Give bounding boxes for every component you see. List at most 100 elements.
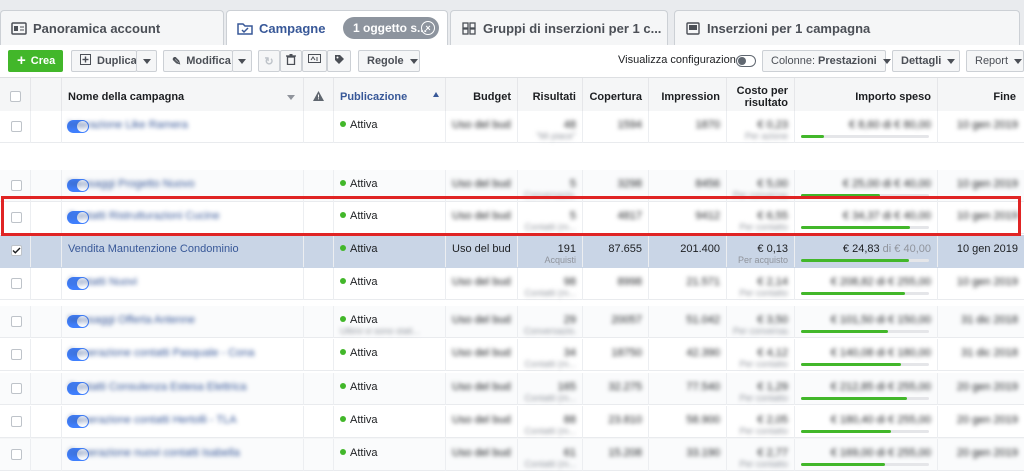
- impressions-value: 1870: [695, 119, 720, 131]
- chevron-down-icon: [142, 58, 151, 64]
- results-value: 34: [563, 347, 576, 359]
- active-dot: [340, 180, 346, 186]
- row-checkbox[interactable]: [11, 383, 22, 394]
- reach-cell: 20057: [583, 306, 649, 338]
- table-row[interactable]: Contatti Nuovi Attiva Uso del bud... 98Cont…: [0, 268, 1024, 300]
- warning-cell: [304, 339, 334, 371]
- col-spent-label: Importo speso: [855, 91, 931, 103]
- campaign-name-link[interactable]: Vendita Manutenzione Condominio: [68, 243, 297, 255]
- budget-value: Uso del bud...: [452, 276, 511, 288]
- report-dropdown[interactable]: Report: [966, 50, 1024, 72]
- row-checkbox[interactable]: [11, 349, 22, 360]
- end-date: 10 gen 2019: [956, 178, 1018, 190]
- row-checkbox[interactable]: [11, 278, 22, 289]
- tab-adsets[interactable]: Gruppi di inserzioni per 1 c...: [450, 10, 668, 45]
- budget-value: Uso del bud...: [452, 447, 511, 459]
- pencil-icon: ✎: [172, 55, 182, 68]
- name-cell: Generazione nuovi contatti Isabella: [62, 439, 304, 471]
- table-row[interactable]: Generazione nuovi contatti Isabella Attiv…: [0, 439, 1024, 471]
- delivery-label: Attiva: [350, 119, 378, 131]
- tab-ads[interactable]: Inserzioni per 1 campagna: [674, 10, 1020, 45]
- spent-cell: € 212,85 di € 255,00: [795, 373, 938, 405]
- name-cell: Interazione Like Ramera: [62, 111, 304, 143]
- campaign-name-link[interactable]: Generazione nuovi contatti Isabella: [68, 447, 297, 459]
- results-cell: 191 Acquisti: [518, 235, 583, 267]
- results-cell: 61 Contatti (m...: [518, 439, 583, 471]
- cost-type: Per acquisto: [737, 255, 788, 265]
- spent-cell: € 140,08 di € 180,00: [795, 339, 938, 371]
- account-overview-icon: [11, 21, 27, 35]
- spend-progress-fill: [801, 259, 909, 262]
- delivery-label: Attiva: [350, 314, 378, 326]
- ab-test-button[interactable]: [302, 50, 327, 72]
- view-config-toggle[interactable]: [736, 55, 756, 67]
- campaign-name-link[interactable]: Messaggi Offerta Antenne: [68, 314, 297, 326]
- results-type: Conversazio...: [524, 326, 576, 336]
- create-button[interactable]: + Crea: [8, 50, 63, 72]
- col-name-label: Nome della campagna: [68, 91, 185, 103]
- duplicate-button[interactable]: Duplica: [71, 50, 137, 72]
- end-date: 20 gen 2019: [956, 447, 1018, 459]
- campaign-name-link[interactable]: Interazione Like Ramera: [68, 119, 297, 131]
- chevron-down-icon: [238, 58, 246, 64]
- active-dot: [340, 449, 346, 455]
- checkbox-cell: [0, 235, 31, 267]
- table-row[interactable]: Vendita Manutenzione Condominio Attiva Uso…: [0, 235, 1024, 269]
- spent-value: € 212,85 di € 255,00: [830, 381, 931, 393]
- columns-label: Colonne:: [771, 55, 816, 67]
- cost-type: Per contatto: [739, 459, 788, 469]
- edit-dropdown[interactable]: [232, 50, 252, 72]
- row-checkbox[interactable]: [11, 180, 22, 191]
- campaign-name-link[interactable]: Generazione contatti Pasquale - Cona: [68, 347, 297, 359]
- delete-button[interactable]: [280, 50, 302, 72]
- spent-cell: € 169,00 di € 255,00: [795, 439, 938, 471]
- row-checkbox[interactable]: [11, 449, 22, 460]
- end-cell: 10 gen 2019: [938, 111, 1024, 143]
- spent-cell: € 208,82 di € 255,00: [795, 268, 938, 300]
- delivery-cell: Attiva: [334, 235, 446, 267]
- reach-cell: 8998: [583, 268, 649, 300]
- reach-cell: 15.208: [583, 439, 649, 471]
- spend-progress-fill: [801, 330, 889, 333]
- duplicate-dropdown[interactable]: [136, 50, 157, 72]
- selection-pill-label: 1 oggetto s...: [353, 21, 428, 35]
- row-checkbox[interactable]: [11, 316, 22, 327]
- campaign-name-link[interactable]: Contatti Consulenza Estesa Elettrica: [68, 381, 297, 393]
- table-row[interactable]: Interazione Like Ramera Attiva Uso del bud…: [0, 111, 1024, 143]
- tag-button[interactable]: [327, 50, 351, 72]
- name-cell: Messaggi Offerta Antenne: [62, 306, 304, 338]
- delivery-label: Attiva: [350, 243, 378, 255]
- close-icon[interactable]: ×: [421, 21, 435, 35]
- row-checkbox[interactable]: [11, 416, 22, 427]
- columns-dropdown[interactable]: Colonne: Prestazioni: [762, 50, 891, 72]
- table-row[interactable]: Messaggi Offerta Antenne Attiva Ultimi vi …: [0, 306, 1024, 338]
- campaign-name-link[interactable]: Contatti Nuovi: [68, 276, 297, 288]
- impressions-value: 51.042: [686, 314, 720, 326]
- refresh-icon: ↻: [264, 55, 274, 68]
- rules-button[interactable]: Regole: [358, 50, 420, 72]
- campaign-name-link[interactable]: Generazione contatti Hertolli - TLA: [68, 414, 297, 426]
- spend-progress-bar: [801, 463, 929, 466]
- edit-button[interactable]: ✎ Modifica: [163, 50, 233, 72]
- tab-account-overview[interactable]: Panoramica account: [0, 10, 224, 45]
- refresh-button[interactable]: ↻: [258, 50, 280, 72]
- details-dropdown[interactable]: Dettagli: [892, 50, 960, 72]
- campaign-name-link[interactable]: Messaggi Progetto Nuovo: [68, 178, 297, 190]
- spent-value: € 208,82 di € 255,00: [830, 276, 931, 288]
- active-dot: [340, 121, 346, 127]
- impressions-cell: 201.400: [649, 235, 727, 267]
- table-row[interactable]: Contatti Consulenza Estesa Elettrica Atti…: [0, 373, 1024, 405]
- table-row[interactable]: Generazione contatti Pasquale - Cona Atti…: [0, 339, 1024, 371]
- reach-value: 18750: [611, 347, 642, 359]
- selection-pill[interactable]: 1 oggetto s... ×: [343, 17, 439, 39]
- reach-cell: 32.275: [583, 373, 649, 405]
- table-row[interactable]: Generazione contatti Hertolli - TLA Attiv…: [0, 406, 1024, 438]
- row-checkbox[interactable]: [11, 121, 22, 132]
- select-all-checkbox[interactable]: [10, 91, 21, 102]
- results-value: 61: [563, 447, 576, 459]
- results-cell: 88 Contatti (m...: [518, 406, 583, 438]
- row-checkbox[interactable]: [11, 245, 22, 256]
- end-cell: 31 dic 2018: [938, 306, 1024, 338]
- results-value: 191: [557, 243, 576, 255]
- create-label: Crea: [30, 55, 56, 67]
